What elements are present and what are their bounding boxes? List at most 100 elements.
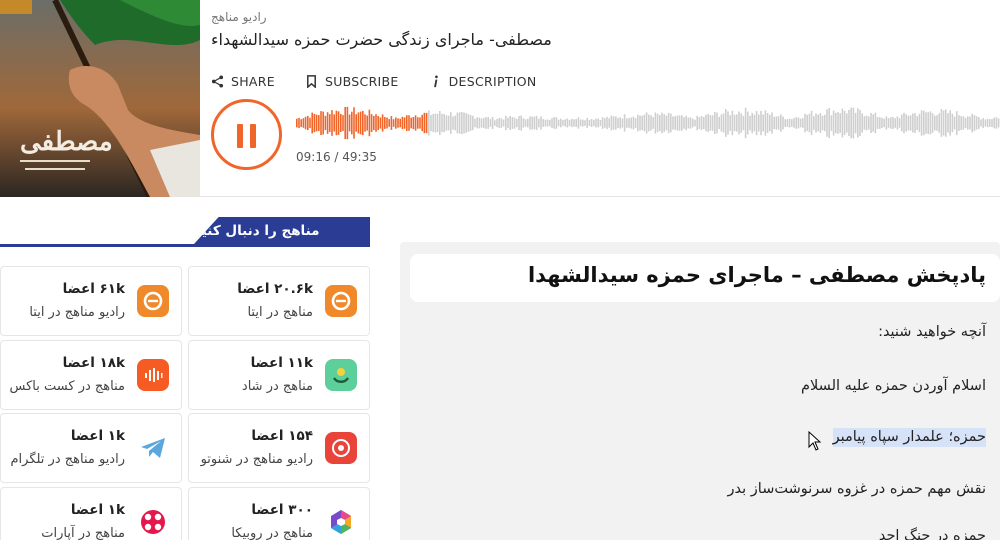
waveform-bar	[538, 118, 540, 128]
waveform-bar	[997, 118, 1000, 128]
member-count: ۲۰.۶k اعضا	[237, 281, 313, 297]
description-button[interactable]: DESCRIPTION	[429, 74, 537, 89]
waveform-bar	[868, 116, 870, 130]
waveform-bar	[630, 117, 632, 129]
waveform-bar	[375, 114, 377, 132]
info-icon	[433, 75, 438, 88]
article-line: آنچه خواهید شنید:	[878, 324, 986, 340]
waveform-bar	[683, 117, 685, 129]
waveform-bar	[425, 112, 428, 134]
waveform-bar	[450, 112, 452, 134]
telegram-icon	[137, 432, 169, 464]
waveform-bar	[551, 118, 553, 128]
waveform-bar	[386, 117, 388, 129]
waveform-bar	[472, 115, 474, 131]
waveform-bar	[379, 117, 382, 129]
waveform-bar	[641, 115, 643, 131]
waveform-bar	[529, 116, 531, 130]
waveform-bar	[896, 116, 899, 130]
waveform-bar	[333, 114, 335, 132]
waveform-bar	[813, 116, 815, 130]
waveform-bar	[531, 116, 533, 130]
waveform-bar	[870, 113, 872, 133]
follow-section-header: مناهج را دنبال کنید	[0, 217, 370, 247]
waveform-bar	[366, 115, 368, 131]
follow-card-castbox[interactable]: ۱۸k اعضا مناهج در کست باکس	[0, 340, 182, 410]
follow-heading: مناهج را دنبال کنید	[194, 217, 370, 244]
follow-card-shad[interactable]: ۱۱k اعضا مناهج در شاد	[188, 340, 370, 410]
waveform-bar	[929, 111, 932, 135]
waveform-bar	[905, 114, 907, 132]
waveform-bar	[931, 113, 934, 133]
waveform-bar	[901, 114, 903, 132]
waveform-bar	[331, 110, 333, 136]
waveform-bar	[661, 112, 663, 134]
waveform-bar	[740, 113, 742, 133]
pause-button[interactable]	[211, 99, 282, 170]
waveform-bar	[975, 116, 978, 130]
waveform-bar	[819, 113, 822, 133]
platform-name: مناهج در کست باکس	[9, 379, 125, 394]
waveform-bar	[747, 111, 749, 135]
waveform-bar	[542, 119, 544, 127]
member-count: ۱۱k اعضا	[250, 355, 313, 371]
waveform-bar	[718, 116, 720, 130]
waveform-bar	[920, 110, 923, 136]
waveform-bar	[384, 117, 386, 129]
waveform-bar	[720, 114, 723, 132]
waveform-bar	[586, 118, 588, 128]
waveform-bar	[364, 114, 366, 132]
waveform-bar	[417, 117, 419, 129]
waveform-bar	[962, 116, 965, 130]
waveform-bar	[540, 116, 542, 130]
waveform-bar	[560, 118, 562, 128]
subscribe-button[interactable]: SUBSCRIBE	[305, 74, 399, 89]
waveform-bar	[465, 113, 467, 133]
waveform-bar	[969, 116, 971, 130]
waveform-bar	[555, 117, 558, 129]
episode-meta: رادیو مناهج مصطفی- ماجرای زندگی حضرت حمز…	[211, 10, 991, 49]
follow-card-telegram[interactable]: ۱k اعضا رادیو مناهج در تلگرام	[0, 413, 182, 483]
waveform-bar	[791, 119, 793, 127]
share-button[interactable]: SHARE	[211, 74, 275, 89]
audio-waveform[interactable]	[296, 106, 1000, 140]
waveform-bar	[698, 117, 701, 129]
waveform-bar	[773, 116, 775, 130]
waveform-bar	[656, 113, 659, 133]
waveform-bar	[626, 118, 628, 128]
subscribe-label: SUBSCRIBE	[324, 74, 399, 89]
waveform-bar	[430, 114, 432, 132]
waveform-bar	[854, 112, 857, 134]
waveform-bar	[993, 117, 995, 129]
waveform-bar	[964, 117, 967, 129]
channel-name[interactable]: رادیو مناهج	[211, 10, 991, 24]
follow-card-eitaa[interactable]: ۲۰.۶k اعضا مناهج در ایتا	[188, 266, 370, 336]
waveform-bar	[762, 114, 764, 132]
waveform-bar	[643, 114, 646, 132]
waveform-bar	[958, 115, 960, 131]
waveform-bar	[652, 117, 654, 129]
follow-card-rubika[interactable]: ۳۰۰ اعضا مناهج در روبیکا	[188, 487, 370, 540]
waveform-bar	[588, 119, 591, 126]
waveform-bar	[951, 113, 954, 133]
follow-card-radio-eitaa[interactable]: ۶۱k اعضا رادیو مناهج در ایتا	[0, 266, 182, 336]
article-line: اسلام آوردن حمزه علیه السلام	[801, 378, 986, 394]
waveform-bar	[571, 118, 573, 128]
follow-card-shenoto[interactable]: ۱۵۴ اعضا رادیو مناهج در شنوتو	[188, 413, 370, 483]
platform-name: رادیو مناهج در ایتا	[29, 305, 125, 320]
waveform-bar	[601, 117, 604, 129]
waveform-bar	[535, 115, 538, 130]
follow-card-aparat[interactable]: ۱k اعضا مناهج در آپارات	[0, 487, 182, 540]
waveform-bar	[758, 114, 760, 132]
waveform-bar	[423, 112, 426, 134]
waveform-bar	[942, 110, 945, 136]
description-label: DESCRIPTION	[448, 74, 537, 89]
waveform-bar	[612, 116, 615, 130]
waveform-bar	[824, 114, 826, 132]
waveform-bar	[830, 115, 833, 131]
waveform-bar	[909, 115, 912, 131]
member-count: ۱۵۴ اعضا	[251, 428, 313, 444]
waveform-bar	[469, 115, 472, 131]
waveform-bar	[582, 119, 584, 127]
waveform-bar	[324, 115, 327, 131]
